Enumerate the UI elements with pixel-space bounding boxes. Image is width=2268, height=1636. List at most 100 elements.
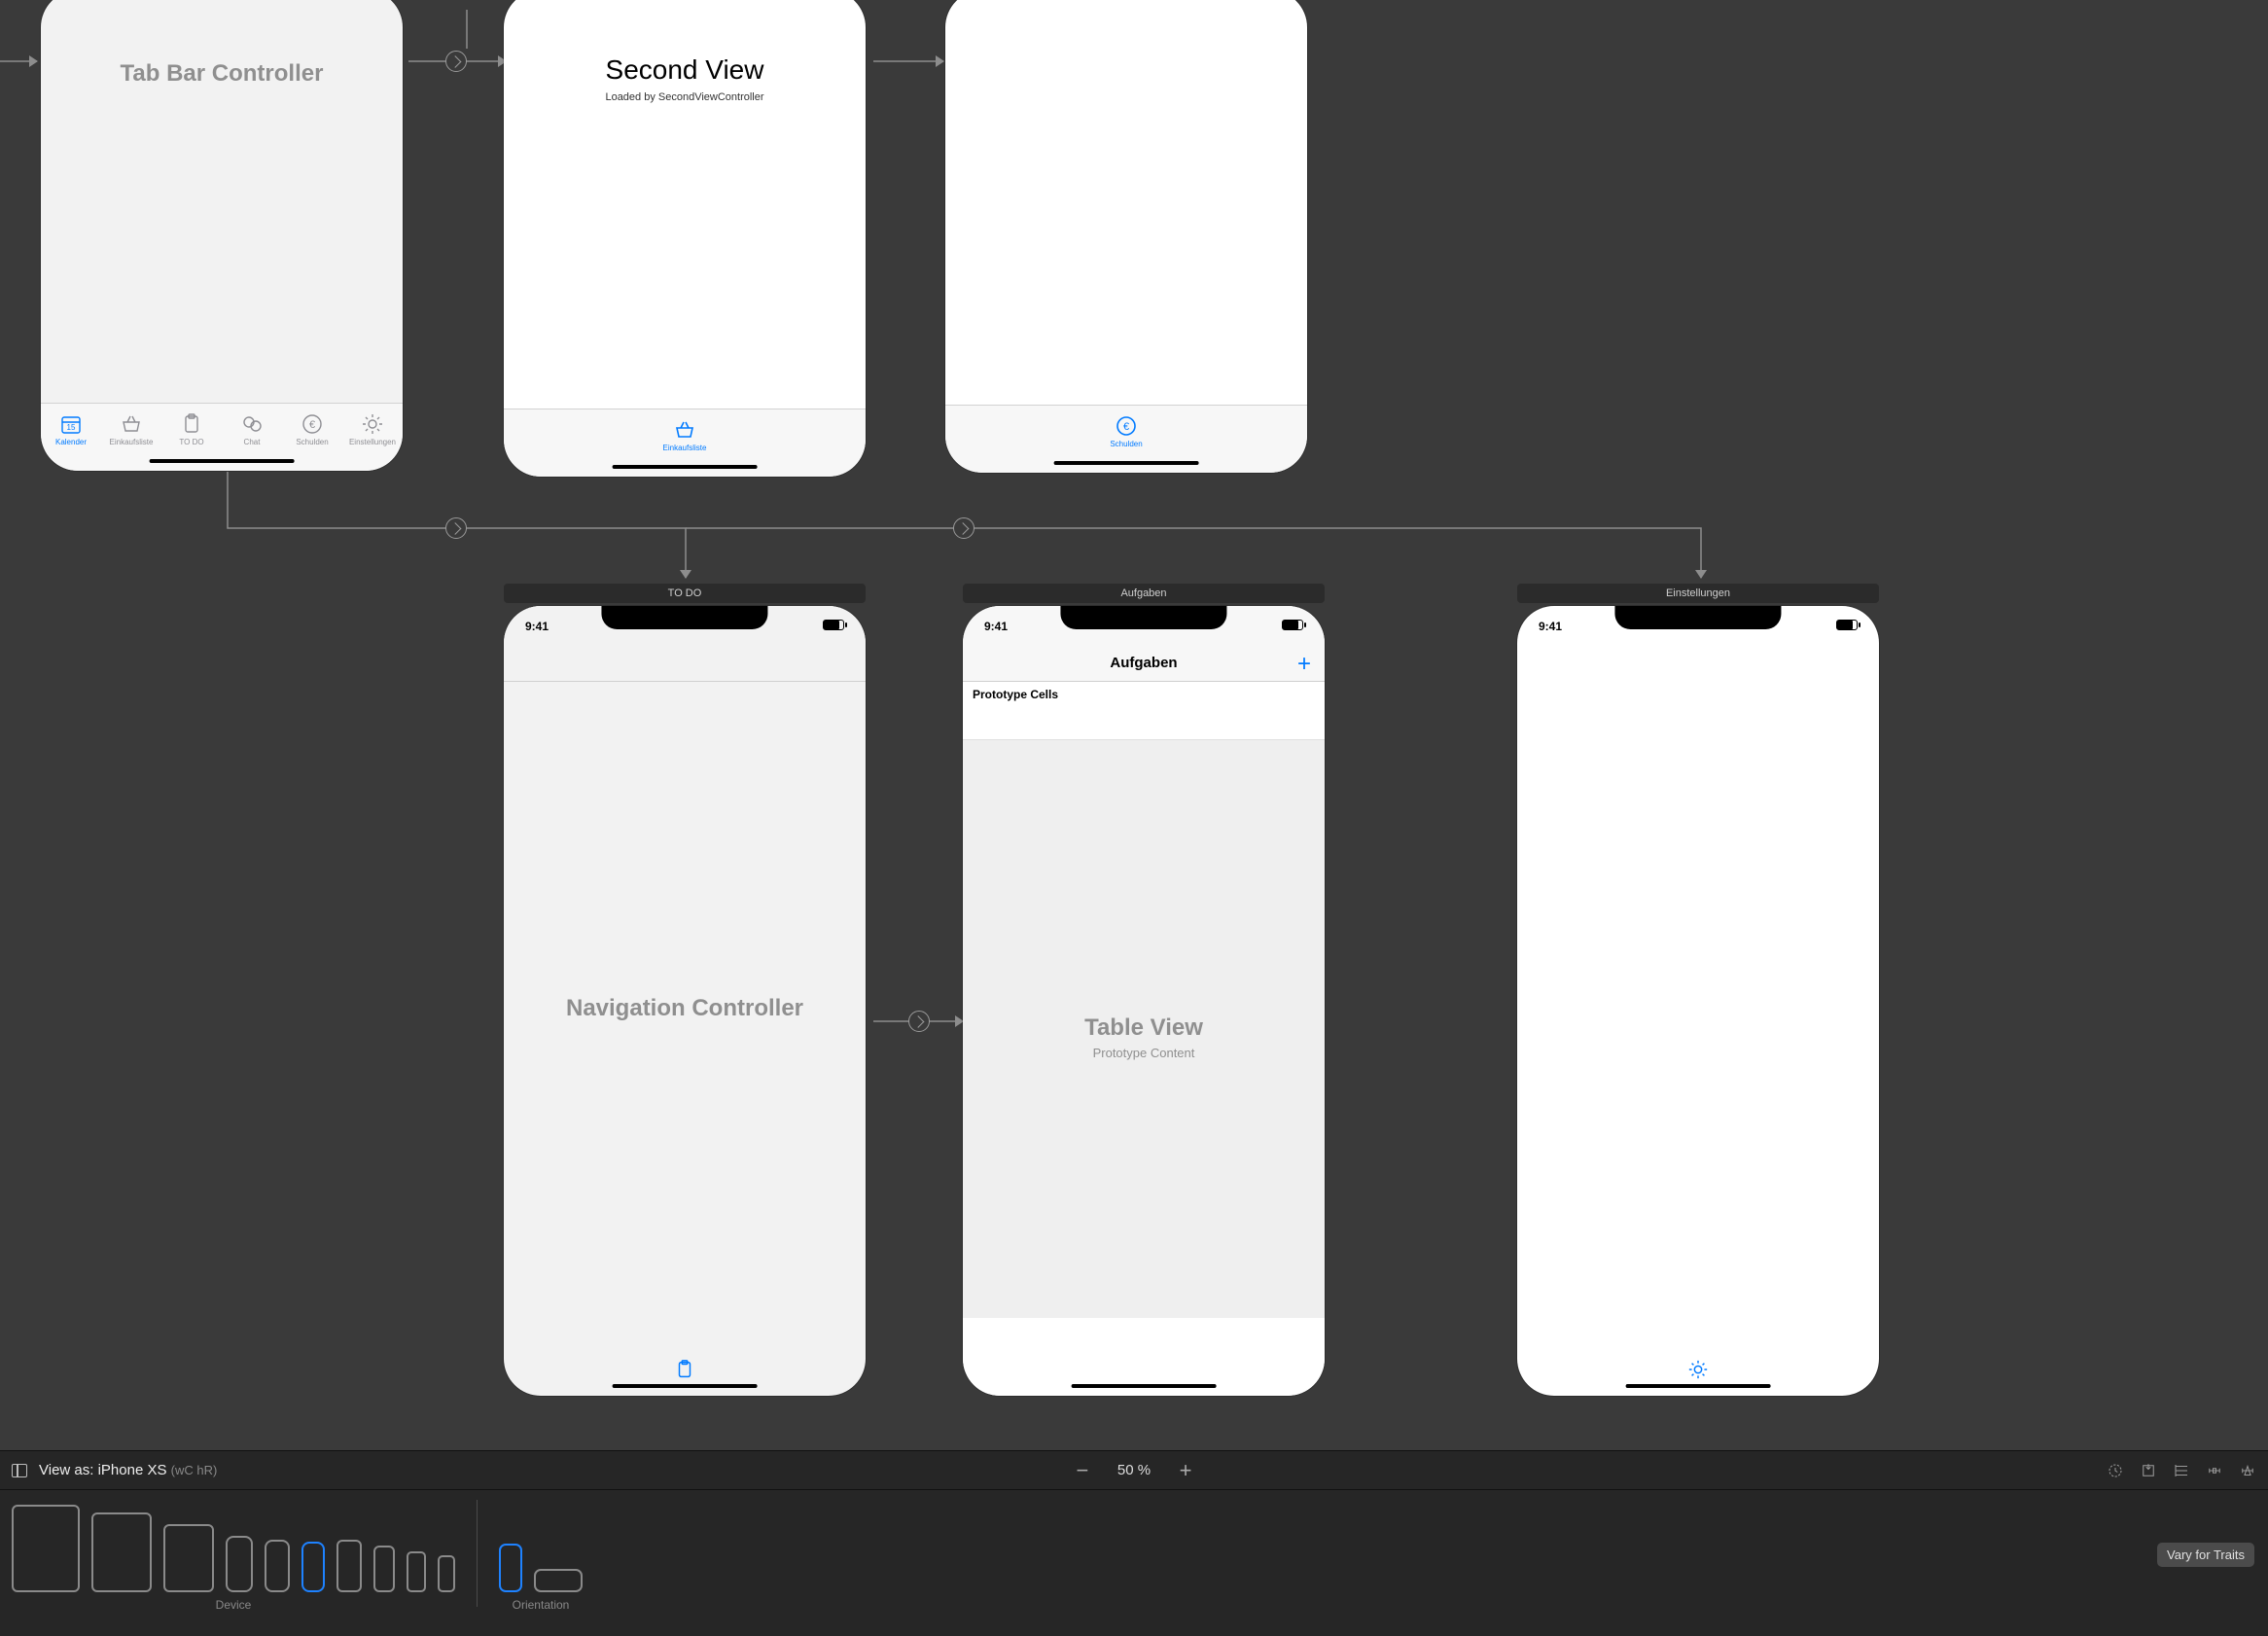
tab-label: TO DO bbox=[179, 438, 203, 446]
initial-vc-arrow bbox=[29, 55, 38, 67]
device-iphone-8[interactable] bbox=[373, 1546, 395, 1592]
chat-icon bbox=[240, 412, 264, 436]
euro-icon: € bbox=[1115, 414, 1138, 438]
phone-frame[interactable]: Tab Bar Controller 15 Kalender Einkaufsl… bbox=[41, 0, 403, 471]
segue-icon[interactable] bbox=[908, 1011, 930, 1032]
svg-text:€: € bbox=[309, 419, 315, 431]
device-ipad-pro-12[interactable] bbox=[12, 1505, 80, 1592]
home-indicator bbox=[1626, 1384, 1771, 1388]
storyboard-canvas[interactable]: Tab Bar Controller 15 Kalender Einkaufsl… bbox=[0, 0, 2268, 1451]
tableview-title: Table View bbox=[963, 1014, 1325, 1042]
phone-frame[interactable]: Second View Loaded by SecondViewControll… bbox=[504, 0, 866, 477]
tableview-subtitle: Prototype Content bbox=[963, 1046, 1325, 1060]
view-subtitle: Loaded by SecondViewController bbox=[504, 91, 866, 103]
scene-second-view[interactable]: Second View Loaded by SecondViewControll… bbox=[504, 0, 866, 477]
device-iphone-8-plus[interactable] bbox=[337, 1540, 362, 1592]
calendar-icon: 15 bbox=[59, 412, 83, 436]
tab-icon-einstellungen[interactable] bbox=[1687, 1359, 1709, 1380]
scene-aufgaben[interactable]: Aufgaben 9:41 Aufgaben + Prototype Cells… bbox=[963, 584, 1325, 1396]
device-iphone-se[interactable] bbox=[407, 1551, 426, 1592]
tab-einkaufsliste[interactable]: Einkaufsliste bbox=[101, 404, 161, 455]
view-as-label[interactable]: View as: iPhone XS (wC hR) bbox=[39, 1462, 217, 1478]
status-time: 9:41 bbox=[984, 620, 1008, 633]
canvas-tool-buttons bbox=[2107, 1462, 2256, 1479]
tab-schulden[interactable]: € Schulden bbox=[282, 404, 342, 455]
device-iphone-xs-max[interactable] bbox=[226, 1536, 253, 1592]
svg-text:€: € bbox=[1123, 421, 1129, 433]
device-group: Device bbox=[12, 1500, 455, 1612]
align-icon[interactable] bbox=[2173, 1462, 2190, 1479]
update-frames-icon[interactable] bbox=[2107, 1462, 2124, 1479]
tab-label: Schulden bbox=[296, 438, 328, 446]
controller-title: Tab Bar Controller bbox=[41, 60, 403, 88]
device-ipad[interactable] bbox=[163, 1524, 214, 1592]
zoom-level[interactable]: 50 % bbox=[1117, 1462, 1151, 1478]
scene-header[interactable]: Aufgaben bbox=[963, 584, 1325, 603]
notch bbox=[601, 606, 767, 629]
home-indicator bbox=[150, 459, 295, 463]
home-indicator bbox=[1072, 1384, 1217, 1388]
orientation-portrait[interactable] bbox=[499, 1544, 522, 1592]
tab-kalender[interactable]: 15 Kalender bbox=[41, 404, 101, 455]
scene-einstellungen[interactable]: Einstellungen 9:41 bbox=[1517, 584, 1879, 1396]
gear-icon bbox=[361, 412, 384, 436]
device-iphone-4s[interactable] bbox=[438, 1555, 455, 1592]
battery-icon bbox=[1836, 620, 1858, 630]
tab-einstellungen[interactable]: Einstellungen bbox=[342, 404, 403, 455]
size-class-traits: (wC hR) bbox=[171, 1463, 218, 1477]
pin-constraints-icon[interactable] bbox=[2206, 1462, 2223, 1479]
tab-einkaufsliste[interactable]: Einkaufsliste bbox=[650, 409, 721, 461]
resolve-issues-icon[interactable] bbox=[2239, 1462, 2256, 1479]
battery-icon bbox=[1282, 620, 1303, 630]
home-indicator bbox=[1054, 461, 1199, 465]
segue-icon[interactable] bbox=[445, 517, 467, 539]
tab-label: Kalender bbox=[55, 438, 87, 446]
orientation-landscape[interactable] bbox=[534, 1569, 583, 1592]
scene-header[interactable]: Einstellungen bbox=[1517, 584, 1879, 603]
phone-frame[interactable]: 9:41 Aufgaben + Prototype Cells Table Vi… bbox=[963, 606, 1325, 1396]
add-button[interactable]: + bbox=[1297, 653, 1311, 676]
clipboard-icon bbox=[674, 1359, 695, 1380]
segue-icon[interactable] bbox=[445, 51, 467, 72]
prototype-cell[interactable] bbox=[963, 706, 1325, 740]
tab-label: Einstellungen bbox=[349, 438, 396, 446]
phone-frame[interactable]: 9:41 bbox=[1517, 606, 1879, 1396]
segue-arrow bbox=[1695, 570, 1707, 579]
basket-icon bbox=[673, 418, 696, 442]
scene-navigation-controller[interactable]: TO DO 9:41 Navigation Controller bbox=[504, 584, 866, 1396]
tab-label: Schulden bbox=[1110, 440, 1142, 448]
phone-frame[interactable]: € Schulden bbox=[945, 0, 1307, 473]
device-iphone-xr[interactable] bbox=[265, 1540, 290, 1592]
notch bbox=[1614, 606, 1781, 629]
status-time: 9:41 bbox=[525, 620, 549, 633]
scene-header[interactable]: TO DO bbox=[504, 584, 866, 603]
device-iphone-xs[interactable] bbox=[301, 1542, 325, 1592]
gear-icon bbox=[1687, 1359, 1709, 1380]
tab-label: Einkaufsliste bbox=[110, 438, 154, 446]
scene-tab-bar-controller[interactable]: Tab Bar Controller 15 Kalender Einkaufsl… bbox=[41, 0, 403, 471]
trait-bar-top: View as: iPhone XS (wC hR) − 50 % + bbox=[0, 1451, 2268, 1490]
trait-bar: View as: iPhone XS (wC hR) − 50 % + bbox=[0, 1450, 2268, 1636]
embed-in-icon[interactable] bbox=[2140, 1462, 2157, 1479]
segue-icon[interactable] bbox=[953, 517, 975, 539]
phone-frame[interactable]: 9:41 Navigation Controller bbox=[504, 606, 866, 1396]
tab-label: Einkaufsliste bbox=[663, 444, 707, 452]
vary-for-traits-button[interactable]: Vary for Traits bbox=[2157, 1543, 2254, 1567]
view-title: Second View bbox=[504, 54, 866, 86]
home-indicator bbox=[613, 465, 758, 469]
scene-schulden[interactable]: € Schulden bbox=[945, 0, 1307, 473]
nav-title: Aufgaben bbox=[963, 655, 1325, 671]
segue-arrow bbox=[680, 570, 691, 579]
toggle-document-outline-button[interactable] bbox=[12, 1464, 27, 1477]
tab-label: Chat bbox=[244, 438, 261, 446]
tab-todo[interactable]: TO DO bbox=[161, 404, 222, 455]
zoom-out-button[interactable]: − bbox=[1069, 1460, 1096, 1481]
tab-schulden[interactable]: € Schulden bbox=[1096, 406, 1155, 457]
device-ipad-pro-11[interactable] bbox=[91, 1512, 152, 1592]
tab-icon-todo[interactable] bbox=[674, 1359, 695, 1380]
orientation-group-label: Orientation bbox=[513, 1598, 570, 1612]
device-group-label: Device bbox=[216, 1598, 252, 1612]
tab-chat[interactable]: Chat bbox=[222, 404, 282, 455]
zoom-in-button[interactable]: + bbox=[1172, 1460, 1199, 1481]
device-picker: Device Orientation Vary for Traits bbox=[0, 1490, 2268, 1636]
